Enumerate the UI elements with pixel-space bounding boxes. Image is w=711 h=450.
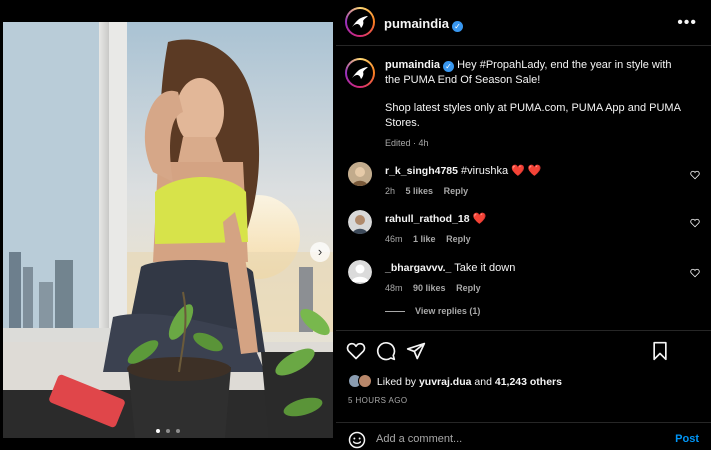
comment-likes[interactable]: 1 like bbox=[413, 234, 436, 244]
caption-part2: Shop latest styles only at PUMA.com, PUM… bbox=[385, 102, 681, 129]
reply-button[interactable]: Reply bbox=[446, 234, 471, 244]
edited-time: 4h bbox=[418, 138, 429, 148]
author-avatar[interactable] bbox=[345, 7, 375, 37]
verified-icon: ✓ bbox=[452, 21, 464, 32]
comment-emoji: ❤️ bbox=[472, 213, 487, 225]
share-icon[interactable] bbox=[406, 341, 426, 361]
comment-input[interactable] bbox=[376, 430, 636, 448]
liked-by-user[interactable]: yuvraj.dua bbox=[419, 376, 472, 388]
post-comment-button[interactable]: Post bbox=[675, 433, 699, 445]
commenter-username[interactable]: _bhargavvv._ bbox=[385, 262, 451, 274]
emoji-icon[interactable] bbox=[348, 431, 366, 449]
heart-icon[interactable] bbox=[346, 341, 366, 361]
author-username[interactable]: pumaindia bbox=[384, 16, 449, 31]
comment-heart-icon[interactable] bbox=[690, 218, 700, 228]
replies-divider bbox=[385, 311, 405, 313]
liker-avatars-image bbox=[348, 374, 372, 388]
carousel-dot bbox=[166, 429, 170, 433]
puma-logo-icon bbox=[352, 16, 368, 28]
carousel-dot bbox=[176, 429, 181, 433]
liker-avatars[interactable] bbox=[348, 374, 374, 388]
comment-time: 48m bbox=[385, 283, 403, 293]
post-actions bbox=[336, 330, 711, 370]
comment-heart-icon[interactable] bbox=[690, 170, 700, 180]
bookmark-icon[interactable] bbox=[650, 341, 670, 361]
post-photo[interactable]: › bbox=[3, 22, 333, 438]
comment-time: 46m bbox=[385, 234, 403, 244]
commenter-username[interactable]: r_k_singh4785 bbox=[385, 165, 458, 177]
comment-icon[interactable] bbox=[376, 341, 396, 361]
puma-logo-icon bbox=[352, 67, 368, 79]
verified-icon: ✓ bbox=[443, 61, 455, 72]
likes-joiner: and bbox=[474, 376, 492, 388]
likes-summary: Liked by yuvraj.dua and 41,243 others bbox=[348, 374, 562, 388]
comment-heart-icon[interactable] bbox=[690, 268, 700, 278]
commenter-avatar[interactable] bbox=[348, 162, 372, 186]
comment-likes[interactable]: 90 likes bbox=[413, 283, 446, 293]
post-header: pumaindia ✓ ••• bbox=[336, 0, 711, 46]
caption-text: pumaindia ✓ Hey #PropahLady, end the year… bbox=[385, 58, 685, 151]
commenter-username[interactable]: rahull_rathod_18 bbox=[385, 213, 470, 225]
carousel-indicator bbox=[3, 420, 333, 438]
likes-others[interactable]: 41,243 others bbox=[495, 376, 562, 388]
reply-button[interactable]: Reply bbox=[444, 186, 469, 196]
comment-likes[interactable]: 5 likes bbox=[406, 186, 434, 196]
likes-prefix: Liked by bbox=[376, 376, 417, 388]
avatar-image bbox=[348, 260, 372, 284]
comment-text: Take it down bbox=[454, 262, 516, 274]
comment-text: #virushka bbox=[461, 165, 509, 177]
edited-label: Edited bbox=[385, 138, 411, 148]
carousel-next-button[interactable]: › bbox=[310, 242, 330, 262]
more-options-button[interactable]: ••• bbox=[677, 14, 697, 32]
chevron-right-icon: › bbox=[317, 244, 323, 259]
post-timestamp: 5 HOURS AGO bbox=[348, 396, 408, 405]
carousel-dot bbox=[155, 429, 160, 433]
comment-emoji: ❤️ ❤️ bbox=[511, 165, 542, 177]
caption-avatar[interactable] bbox=[345, 58, 375, 88]
view-replies-label: View replies (1) bbox=[415, 306, 481, 316]
comment-composer: Post bbox=[336, 422, 711, 450]
reply-button[interactable]: Reply bbox=[456, 283, 481, 293]
post-detail-panel: pumaindia ✓ ••• pumaindia ✓ Hey #PropahLad… bbox=[336, 0, 711, 450]
caption-username[interactable]: pumaindia bbox=[385, 59, 440, 71]
commenter-avatar[interactable] bbox=[348, 260, 372, 284]
avatar-image bbox=[348, 162, 372, 186]
comment-time: 2h bbox=[385, 186, 396, 196]
avatar-image bbox=[348, 210, 372, 234]
view-replies-button[interactable]: View replies (1) bbox=[385, 306, 480, 316]
commenter-avatar[interactable] bbox=[348, 210, 372, 234]
post-image bbox=[3, 22, 333, 438]
more-icon: ••• bbox=[677, 14, 697, 31]
